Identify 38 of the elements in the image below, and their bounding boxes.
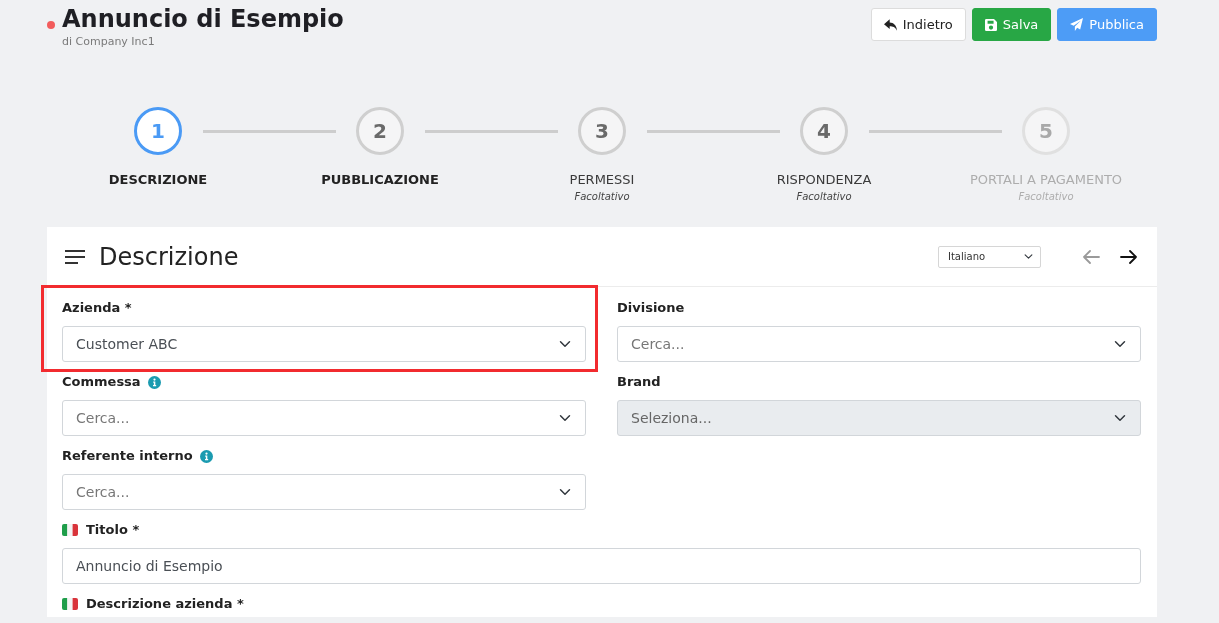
reply-icon	[883, 18, 897, 31]
text-field[interactable]: Annuncio di Esempio	[62, 548, 1141, 584]
step-note: Facoltativo	[796, 190, 852, 203]
step-circle[interactable]: 1	[134, 107, 182, 155]
step-label: PERMESSI	[569, 171, 635, 189]
dropdown-field[interactable]: Cerca...	[617, 326, 1141, 362]
step-circle[interactable]: 4	[800, 107, 848, 155]
field-label: Azienda *	[62, 299, 132, 317]
dropdown-field[interactable]: Customer ABC	[62, 326, 586, 362]
dropdown-field[interactable]: Cerca...	[62, 400, 586, 436]
step-circle[interactable]: 3	[578, 107, 626, 155]
info-icon[interactable]	[199, 449, 213, 463]
arrow-right-icon[interactable]	[1120, 248, 1138, 265]
save-button[interactable]: Salva	[971, 8, 1052, 41]
step-label: PORTALI A PAGAMENTO	[969, 171, 1123, 189]
back-button[interactable]: Indietro	[870, 8, 966, 41]
field-label: Titolo *	[86, 521, 140, 539]
dropdown-field[interactable]: Cerca...	[62, 474, 586, 510]
language-select[interactable]: Italiano	[938, 245, 1041, 268]
menu-icon[interactable]	[65, 249, 85, 264]
field-label: Descrizione azienda *	[86, 595, 244, 613]
publish-button[interactable]: Pubblica	[1057, 8, 1157, 41]
step-label: DESCRIZIONE	[108, 171, 208, 189]
field-label: Divisione	[617, 299, 685, 317]
field-label: Commessa	[62, 373, 141, 391]
info-icon[interactable]	[147, 375, 161, 389]
page-subtitle: di Company Inc1	[62, 35, 156, 49]
field-label: Brand	[617, 373, 661, 391]
card-title: Descrizione	[99, 241, 239, 272]
step-circle[interactable]: 2	[356, 107, 404, 155]
status-dot-icon	[47, 21, 55, 29]
step-note: Facoltativo	[574, 190, 630, 203]
step-note: Facoltativo	[1018, 190, 1074, 203]
paper-plane-icon	[1070, 18, 1084, 31]
field-label: Referente interno	[62, 447, 193, 465]
page-title: Annuncio di Esempio	[62, 4, 344, 35]
step-label: RISPONDENZA	[776, 171, 872, 189]
step-label: PUBBLICAZIONE	[321, 171, 439, 189]
